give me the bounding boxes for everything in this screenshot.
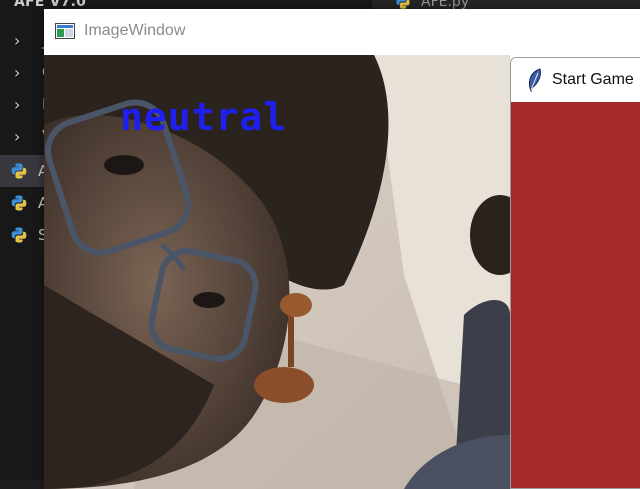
- python-icon: [11, 163, 27, 179]
- image-window-title: ImageWindow: [84, 22, 186, 39]
- python-icon: [11, 227, 27, 243]
- start-game-titlebar[interactable]: Start Game: [511, 58, 640, 102]
- chevron-right-icon: ›: [14, 62, 21, 82]
- emotion-label: neutral: [120, 95, 288, 139]
- image-window-titlebar[interactable]: ImageWindow: [44, 9, 640, 55]
- start-game-title: Start Game: [552, 71, 634, 88]
- feather-icon: [528, 68, 541, 92]
- python-icon: [11, 195, 27, 211]
- start-game-window: Start Game: [510, 57, 640, 489]
- chevron-right-icon: ›: [14, 126, 21, 146]
- image-window-icon: [55, 23, 75, 39]
- camera-frame: neutral: [44, 55, 510, 489]
- chevron-right-icon: ›: [14, 30, 21, 50]
- chevron-right-icon: ›: [14, 94, 21, 114]
- start-game-body[interactable]: [511, 102, 640, 488]
